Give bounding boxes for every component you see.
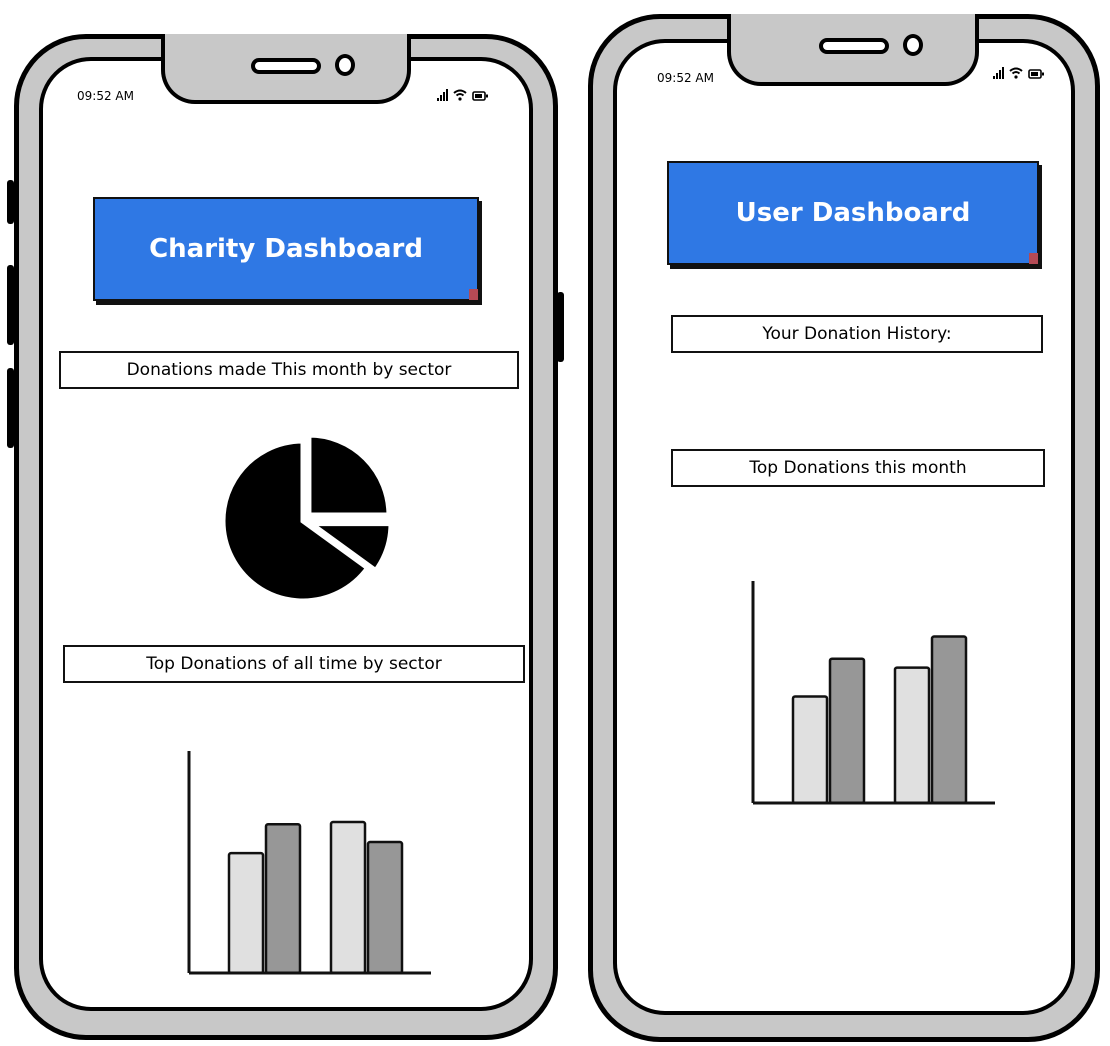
charity-phone-notch <box>161 34 411 104</box>
status-icons <box>437 89 488 101</box>
bar-group-2-bar-2 <box>366 840 404 975</box>
banner-label: User Dashboard <box>735 198 971 228</box>
bar-group-2-bar-2 <box>930 635 968 805</box>
banner-corner-marker <box>469 289 478 300</box>
battery-icon <box>1028 69 1044 79</box>
top-month-bar-chart <box>751 581 995 805</box>
alltime-sector-bar-chart <box>187 751 431 975</box>
monthly-donations-heading: Donations made This month by sector <box>59 351 519 389</box>
charity-phone-side-button-3 <box>7 368 14 448</box>
status-time: 09:52 AM <box>657 71 714 85</box>
speaker-grille <box>251 58 321 74</box>
charity-phone-side-button-1 <box>7 180 14 224</box>
charity-phone-screen: 09:52 AM Charity Dashboard Donations mad… <box>39 57 533 1011</box>
bar-group-1-bar-2 <box>828 657 866 805</box>
charity-phone-side-button-2 <box>7 265 14 345</box>
battery-icon <box>472 91 488 101</box>
wifi-icon <box>453 89 467 101</box>
user-phone-screen: 09:52 AM User Dashboard Your Donation Hi… <box>613 39 1075 1015</box>
donation-history-heading: Your Donation History: <box>671 315 1043 353</box>
signal-icon <box>437 89 448 101</box>
bar-group-2-bar-1 <box>893 666 931 805</box>
banner-corner-marker <box>1029 253 1038 264</box>
charity-phone-frame: 09:52 AM Charity Dashboard Donations mad… <box>14 34 558 1040</box>
alltime-donations-heading: Top Donations of all time by sector <box>63 645 525 683</box>
banner-label: Charity Dashboard <box>149 234 423 264</box>
user-dashboard-banner[interactable]: User Dashboard <box>667 161 1039 265</box>
signal-icon <box>993 67 1004 79</box>
charity-dashboard-banner[interactable]: Charity Dashboard <box>93 197 479 301</box>
bar-group-1-bar-1 <box>227 851 265 975</box>
monthly-sector-pie-chart <box>220 432 394 604</box>
bar-group-1-bar-1 <box>791 695 829 805</box>
pie-slice-1 <box>306 432 392 518</box>
speaker-grille <box>819 38 889 54</box>
wifi-icon <box>1009 67 1023 79</box>
bar-group-1-bar-2 <box>264 823 302 975</box>
user-phone-frame: 09:52 AM User Dashboard Your Donation Hi… <box>588 14 1100 1042</box>
bar-group-2-bar-1 <box>329 820 367 975</box>
user-phone-notch <box>727 14 979 86</box>
charity-phone-power-button <box>557 292 564 362</box>
status-icons <box>993 67 1044 79</box>
status-time: 09:52 AM <box>77 89 134 103</box>
top-month-donations-heading: Top Donations this month <box>671 449 1045 487</box>
front-camera <box>903 34 923 56</box>
front-camera <box>335 54 355 76</box>
